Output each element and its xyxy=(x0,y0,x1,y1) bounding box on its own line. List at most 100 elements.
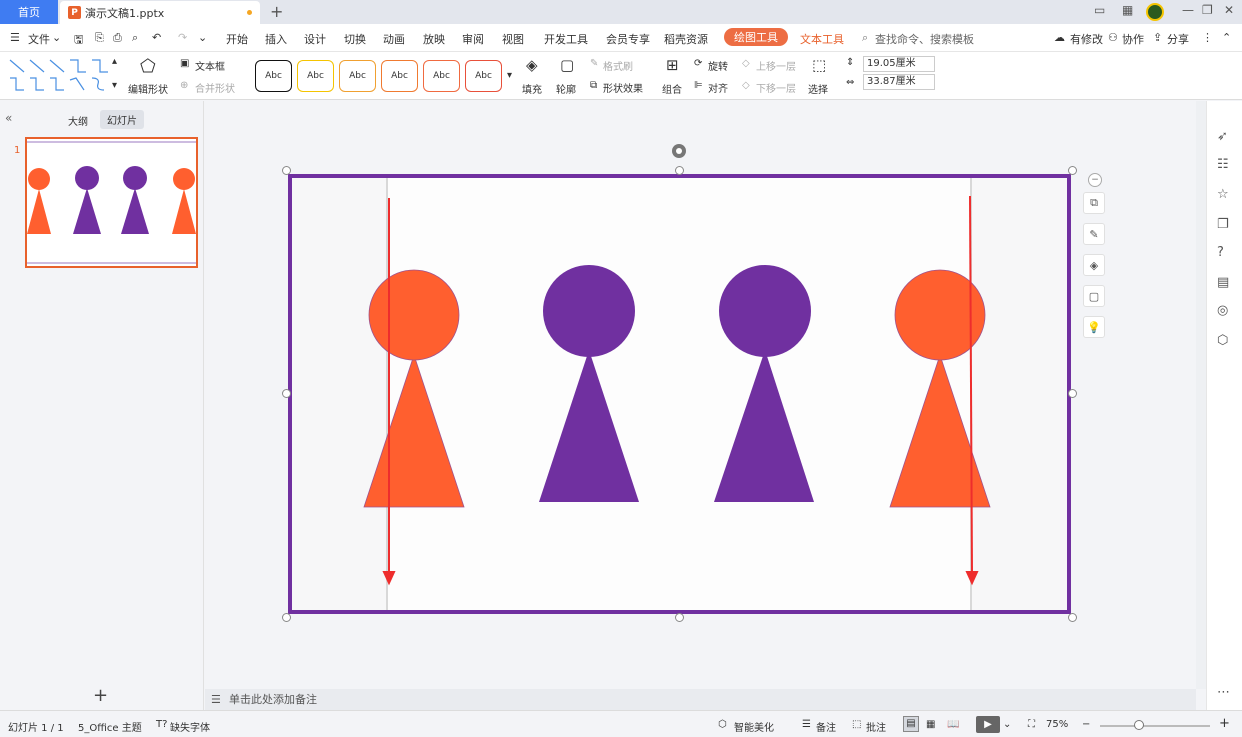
slide-thumbnail[interactable] xyxy=(25,137,198,268)
sliders-icon[interactable]: ☷ xyxy=(1217,157,1229,172)
gallery-more-icon[interactable]: ▾ xyxy=(112,80,117,91)
customize-toolbar-icon[interactable]: ⌄ xyxy=(198,31,207,44)
edit-shape-button[interactable]: 编辑形状 xyxy=(128,81,168,96)
tab-home[interactable]: 首页 xyxy=(0,0,58,24)
tab-text-tools[interactable]: 文本工具 xyxy=(800,31,844,47)
smart-beautify-button[interactable]: 智能美化 xyxy=(734,719,774,734)
print-preview-icon[interactable]: ⌕ xyxy=(132,31,138,45)
avatar[interactable] xyxy=(1146,3,1164,21)
format-painter-button[interactable]: 格式刷 xyxy=(603,58,633,73)
layout-icon[interactable]: ▭ xyxy=(1094,3,1105,17)
menu-file[interactable]: 文件 xyxy=(28,31,50,47)
zoom-slider-thumb[interactable] xyxy=(1134,720,1144,730)
save-icon[interactable]: 🖫 xyxy=(74,31,83,50)
more-icon[interactable]: ⋮ xyxy=(1202,31,1213,44)
outline-button[interactable]: 轮廓 xyxy=(556,81,576,96)
collapse-ribbon-icon[interactable]: ⌃ xyxy=(1222,31,1231,44)
menu-insert[interactable]: 插入 xyxy=(265,31,287,47)
width-field[interactable]: 33.87厘米 xyxy=(863,74,935,90)
fill-button[interactable]: 填充 xyxy=(522,81,542,96)
missing-font-button[interactable]: 缺失字体 xyxy=(170,719,210,734)
shape-gallery[interactable] xyxy=(6,56,120,96)
resize-handle-e[interactable] xyxy=(1068,389,1077,398)
more-options-icon[interactable]: ⋯ xyxy=(1217,685,1230,700)
restore-icon[interactable]: ❐ xyxy=(1202,3,1213,17)
menu-view[interactable]: 视图 xyxy=(502,31,524,47)
hamburger-icon[interactable]: ☰ xyxy=(10,31,20,44)
height-field[interactable]: 19.05厘米 xyxy=(863,56,935,72)
send-backward-button[interactable]: 下移一层 xyxy=(756,80,796,95)
close-icon[interactable]: ✕ xyxy=(1224,3,1234,17)
resize-handle-sw[interactable] xyxy=(282,613,291,622)
resize-handle-ne[interactable] xyxy=(1068,166,1077,175)
resize-handle-w[interactable] xyxy=(282,389,291,398)
copy-icon[interactable]: ❐ xyxy=(1217,217,1229,232)
resize-handle-s[interactable] xyxy=(675,613,684,622)
normal-view-icon[interactable]: ▤ xyxy=(903,716,919,732)
fill-icon[interactable]: ◈ xyxy=(1083,254,1105,276)
menu-review[interactable]: 审阅 xyxy=(462,31,484,47)
shape-style-icon[interactable]: ⧉ xyxy=(1083,192,1105,214)
bring-forward-button[interactable]: 上移一层 xyxy=(756,58,796,73)
tab-drawing-tools[interactable]: 绘图工具 xyxy=(724,28,788,46)
align-button[interactable]: 对齐 xyxy=(708,80,728,95)
fit-window-icon[interactable]: ⛶ xyxy=(1028,719,1035,730)
shape-style-2[interactable]: Abc xyxy=(297,60,334,92)
zoom-out-button[interactable]: − xyxy=(1082,719,1090,730)
rotate-button[interactable]: 旋转 xyxy=(708,58,728,73)
menu-transition[interactable]: 切换 xyxy=(344,31,366,47)
location-icon[interactable]: ◎ xyxy=(1217,303,1228,318)
menu-start[interactable]: 开始 xyxy=(226,31,248,47)
add-slide-button[interactable]: + xyxy=(93,685,108,706)
shape-style-3[interactable]: Abc xyxy=(339,60,376,92)
resize-handle-nw[interactable] xyxy=(282,166,291,175)
redo-icon[interactable]: ↷ xyxy=(178,31,187,44)
rocket-icon[interactable]: ➶ xyxy=(1217,129,1228,144)
menu-member[interactable]: 会员专享 xyxy=(606,31,650,47)
cube-icon[interactable]: ⬡ xyxy=(1217,333,1228,348)
shape-style-4[interactable]: Abc xyxy=(381,60,418,92)
zoom-in-button[interactable]: + xyxy=(1219,716,1230,731)
menu-animation[interactable]: 动画 xyxy=(383,31,405,47)
minimize-icon[interactable]: — xyxy=(1182,3,1194,17)
modified-status[interactable]: 有修改 xyxy=(1070,31,1103,47)
pen-icon[interactable]: ✎ xyxy=(1083,223,1105,245)
zoom-slider[interactable] xyxy=(1100,725,1210,727)
styles-more-icon[interactable]: ▾ xyxy=(507,70,512,81)
undo-icon[interactable]: ↶ xyxy=(152,31,161,44)
menu-design[interactable]: 设计 xyxy=(304,31,326,47)
play-slideshow-button[interactable]: ▶ xyxy=(976,716,1000,733)
export-pdf-icon[interactable]: ⎘ xyxy=(95,31,104,45)
menu-developer[interactable]: 开发工具 xyxy=(544,31,588,47)
shape-style-5[interactable]: Abc xyxy=(423,60,460,92)
lightbulb-icon[interactable]: 💡 xyxy=(1083,316,1105,338)
reading-view-icon[interactable]: 📖 xyxy=(947,719,959,730)
new-tab-button[interactable]: + xyxy=(270,2,283,21)
slide-canvas[interactable] xyxy=(280,140,1090,625)
help-icon[interactable]: ? xyxy=(1217,245,1224,260)
tab-outline[interactable]: 大纲 xyxy=(68,113,88,128)
tab-slides[interactable]: 幻灯片 xyxy=(100,110,144,129)
tab-document[interactable]: P 演示文稿1.pptx xyxy=(60,1,260,24)
collab-button[interactable]: 协作 xyxy=(1122,31,1144,47)
notes-pane[interactable]: ☰ 单击此处添加备注 xyxy=(205,689,1196,710)
shape-effect-button[interactable]: 形状效果 xyxy=(603,80,643,95)
chevron-down-icon[interactable]: ⌄ xyxy=(52,31,61,44)
group-button[interactable]: 组合 xyxy=(662,81,682,96)
command-search[interactable]: 查找命令、搜索模板 xyxy=(875,31,974,47)
resize-handle-se[interactable] xyxy=(1068,613,1077,622)
shape-style-1[interactable]: Abc xyxy=(255,60,292,92)
share-button[interactable]: 分享 xyxy=(1167,31,1189,47)
menu-docer[interactable]: 稻壳资源 xyxy=(664,31,708,47)
menu-slideshow[interactable]: 放映 xyxy=(423,31,445,47)
gallery-scroll-up-icon[interactable]: ▴ xyxy=(112,56,117,67)
collapse-float-icon[interactable]: − xyxy=(1088,173,1102,187)
notes-toggle[interactable]: 备注 xyxy=(816,719,836,734)
merge-shape-button[interactable]: 合并形状 xyxy=(195,80,235,95)
select-button[interactable]: 选择 xyxy=(808,81,828,96)
collapse-panel-icon[interactable]: « xyxy=(5,111,12,125)
comments-button[interactable]: 批注 xyxy=(866,719,886,734)
print-icon[interactable]: ⎙ xyxy=(113,31,122,45)
theme-name[interactable]: 5_Office 主题 xyxy=(78,719,142,734)
star-icon[interactable]: ☆ xyxy=(1217,187,1229,202)
